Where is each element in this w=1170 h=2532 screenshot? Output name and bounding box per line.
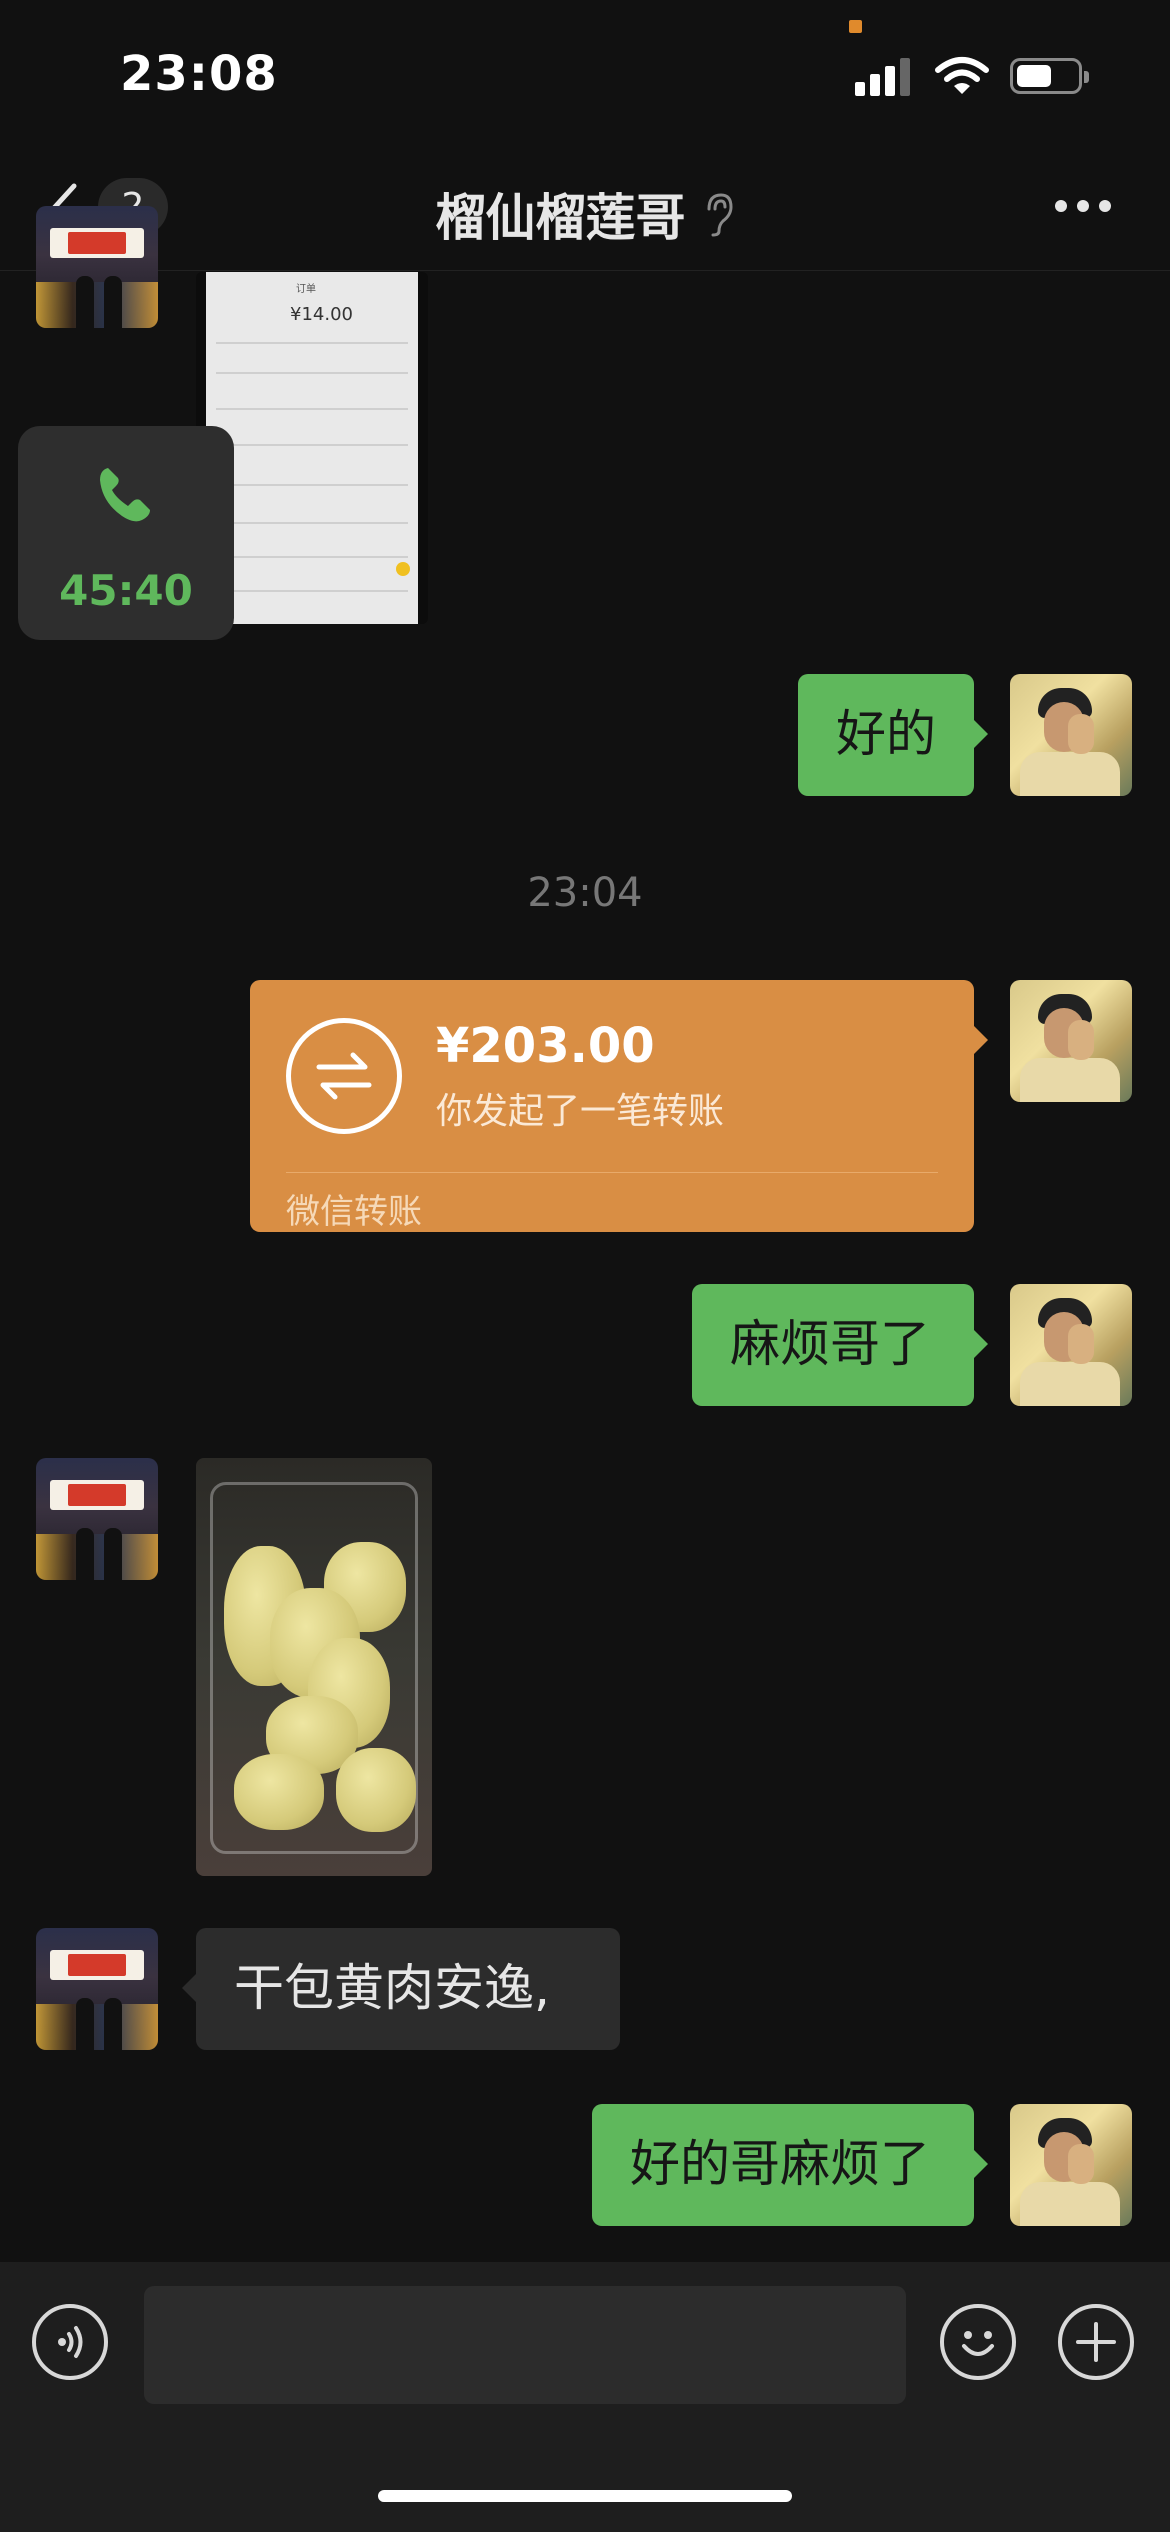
earpiece-mode-icon xyxy=(707,193,733,237)
message-bubble-outgoing[interactable]: 麻烦哥了 xyxy=(692,1284,988,1406)
message-text: 麻烦哥了 xyxy=(730,1315,930,1373)
call-duration: 45:40 xyxy=(59,566,193,615)
emoji-icon xyxy=(962,2331,994,2356)
transfer-card[interactable]: ¥203.00 你发起了一笔转账 微信转账 xyxy=(250,980,988,1232)
recording-indicator xyxy=(849,20,862,33)
voice-call-floating-window[interactable]: 45:40 xyxy=(18,426,234,640)
more-options-icon[interactable] xyxy=(1055,200,1115,214)
message-bubble-outgoing[interactable]: 好的 xyxy=(798,674,988,796)
contact-avatar[interactable] xyxy=(36,206,158,328)
chat-title: 榴仙榴莲哥 xyxy=(435,189,686,247)
my-avatar[interactable] xyxy=(1010,1284,1132,1406)
my-avatar[interactable] xyxy=(1010,980,1132,1102)
voice-input-button[interactable] xyxy=(32,2304,108,2380)
transfer-label: 微信转账 xyxy=(286,1192,422,1232)
message-text: 好的 xyxy=(836,705,936,763)
transfer-divider xyxy=(286,1172,938,1173)
status-bar: 23:08 xyxy=(0,0,1170,140)
message-text: 好的哥麻烦了 xyxy=(630,2135,930,2193)
status-time: 23:08 xyxy=(120,46,278,102)
my-avatar[interactable] xyxy=(1010,674,1132,796)
battery-icon xyxy=(1010,58,1089,94)
more-functions-button[interactable] xyxy=(1058,2304,1134,2380)
message-bubble-incoming[interactable]: 干包黄肉安逸, xyxy=(182,1928,620,2050)
contact-avatar[interactable] xyxy=(36,1928,158,2050)
screenshot-header-text: 订单 xyxy=(296,284,316,295)
transfer-description: 你发起了一笔转账 xyxy=(436,1091,725,1132)
durian-photo[interactable] xyxy=(196,1458,432,1876)
plus-icon xyxy=(1076,2322,1116,2362)
message-bubble-outgoing[interactable]: 好的哥麻烦了 xyxy=(592,2104,988,2226)
emoji-button[interactable] xyxy=(940,2304,1016,2380)
home-indicator[interactable] xyxy=(378,2490,792,2502)
message-input[interactable] xyxy=(144,2286,906,2404)
contact-avatar[interactable] xyxy=(36,1458,158,1580)
transfer-arrows-icon xyxy=(286,1018,402,1134)
voice-wave-icon xyxy=(58,2326,83,2358)
message-timestamp: 23:04 xyxy=(527,870,643,916)
chat-title-container: 榴仙榴莲哥 xyxy=(0,178,1170,250)
screenshot-price-text: ¥14.00 xyxy=(290,304,353,325)
chat-header: 2 榴仙榴莲哥 xyxy=(0,140,1170,271)
cellular-signal-icon xyxy=(855,58,915,96)
wifi-icon xyxy=(935,57,989,94)
my-avatar[interactable] xyxy=(1010,2104,1132,2226)
message-text: 干包黄肉安逸, xyxy=(234,1959,550,2017)
transfer-amount: ¥203.00 xyxy=(436,1018,655,1074)
phone-icon xyxy=(100,468,150,522)
